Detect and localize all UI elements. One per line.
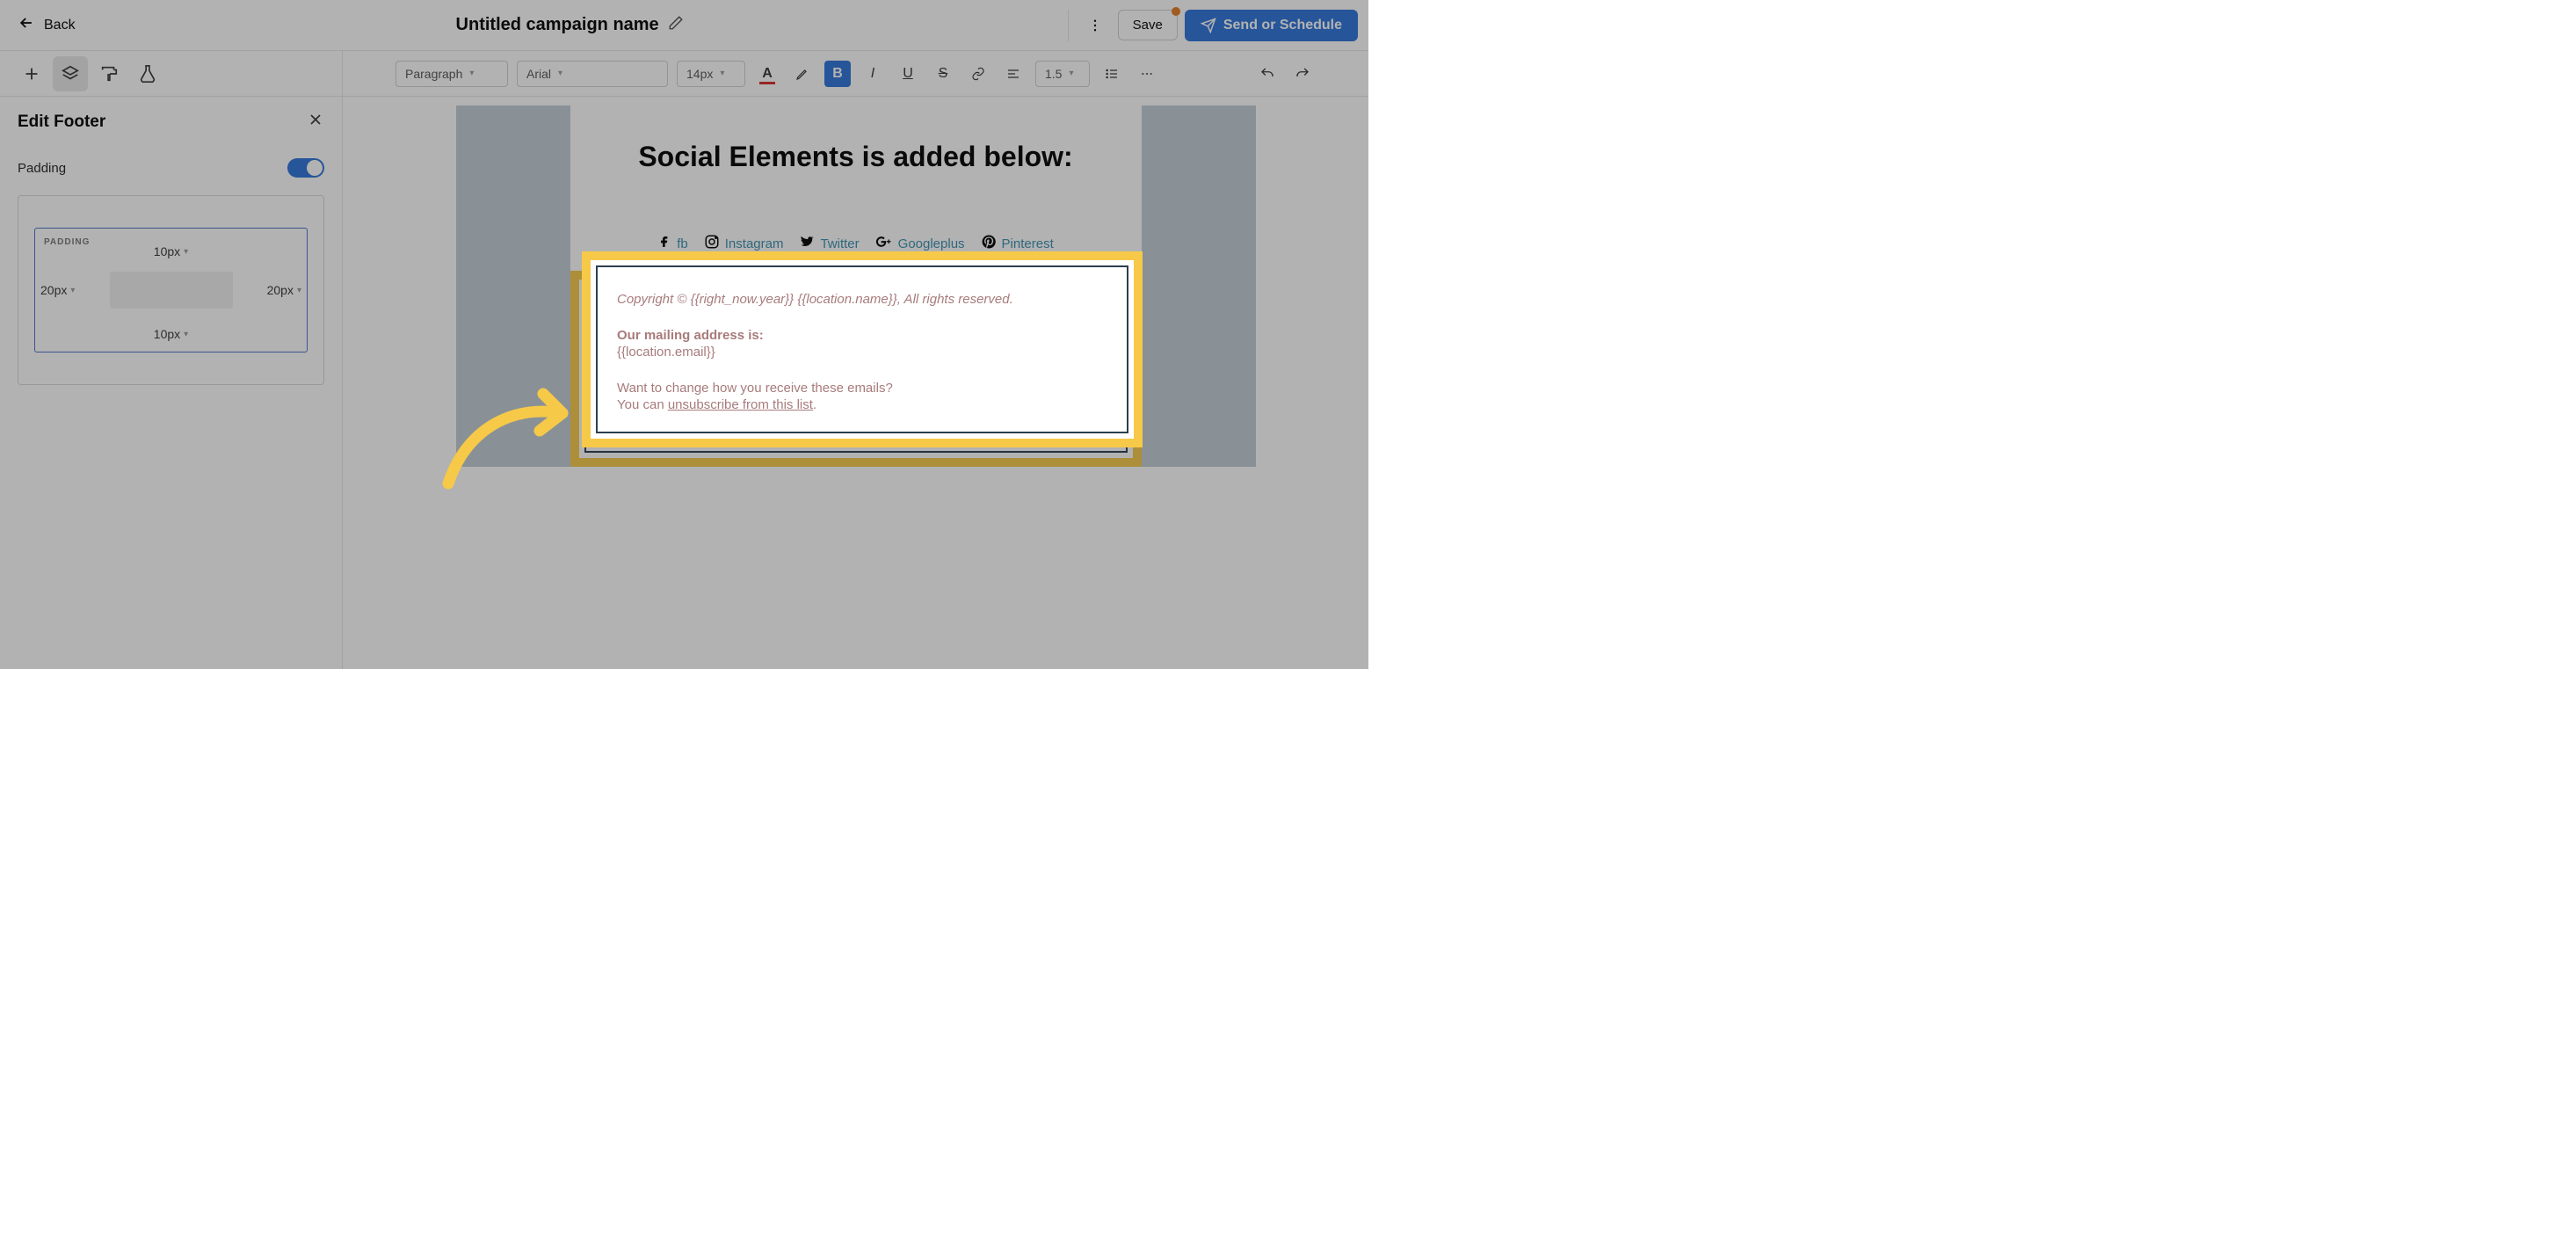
redo-button[interactable] [1289,61,1316,87]
line-height-select[interactable]: 1.5▾ [1035,61,1090,87]
send-label: Send or Schedule [1223,18,1342,33]
back-label: Back [44,18,76,33]
list-button[interactable] [1099,61,1125,87]
strikethrough-button[interactable]: S [930,61,956,87]
unsubscribe-link[interactable]: unsubscribe from this list [656,417,801,432]
twitter-icon [799,234,815,254]
padding-content-area [110,272,233,309]
arrow-left-icon [18,14,35,37]
highlight-color-button[interactable] [789,61,816,87]
padding-box-control[interactable]: PADDING 10px▾ 20px▾ 20px▾ 10px▾ [34,228,308,352]
font-size-select[interactable]: 14px▾ [677,61,745,87]
googleplus-link[interactable]: Googleplus [898,236,965,251]
paragraph-select[interactable]: Paragraph▾ [395,61,508,87]
italic-button[interactable]: I [860,61,886,87]
footer-change-line: Want to change how you receive these ema… [606,400,1107,415]
paint-tab[interactable] [91,56,127,91]
font-select[interactable]: Arial▾ [517,61,668,87]
padding-left-select[interactable]: 20px▾ [40,283,75,297]
email-heading[interactable]: Social Elements is added below: [570,141,1142,178]
campaign-title: Untitled campaign name [456,15,659,35]
add-tab[interactable] [14,56,49,91]
pinterest-icon [981,234,997,254]
footer-unsub-line: You can unsubscribe from this list. [606,417,1107,432]
instagram-link[interactable]: Instagram [725,236,784,251]
fb-link[interactable]: fb [677,236,688,251]
pinterest-link[interactable]: Pinterest [1002,236,1054,251]
twitter-link[interactable]: Twitter [820,236,859,251]
bold-button[interactable]: B [824,61,851,87]
more-menu-button[interactable] [1079,10,1111,41]
padding-bottom-select[interactable]: 10px▾ [154,327,188,341]
padding-toggle[interactable] [287,158,324,178]
more-format-button[interactable] [1134,61,1160,87]
footer-element[interactable]: Copyright © {{right_now.year}} {{locatio… [584,285,1128,453]
underline-button[interactable]: U [895,61,921,87]
test-tab[interactable] [130,56,165,91]
panel-title: Edit Footer [18,113,105,132]
close-panel-icon[interactable] [307,111,324,134]
undo-button[interactable] [1254,61,1281,87]
googleplus-icon [875,233,893,255]
email-outer-frame: Social Elements is added below: fb Insta… [456,105,1256,467]
padding-label: Padding [18,161,66,176]
padding-caption: PADDING [44,237,90,247]
save-label: Save [1133,18,1163,33]
send-icon [1201,18,1216,33]
facebook-icon [657,235,671,253]
padding-right-select[interactable]: 20px▾ [267,283,301,297]
footer-highlight: Copyright © {{right_now.year}} {{locatio… [570,271,1142,467]
text-color-button[interactable]: A [754,61,780,87]
footer-mailing-label: Our mailing address is: [606,347,1107,362]
save-button[interactable]: Save [1118,10,1178,40]
email-body[interactable]: Social Elements is added below: fb Insta… [570,105,1142,467]
layers-tab[interactable] [53,56,88,91]
send-schedule-button[interactable]: Send or Schedule [1185,10,1358,41]
align-button[interactable] [1000,61,1027,87]
link-button[interactable] [965,61,991,87]
footer-mailing-value: {{location.email}} [606,364,1107,379]
padding-top-select[interactable]: 10px▾ [154,244,188,258]
back-button[interactable]: Back [11,9,83,42]
footer-copyright: Copyright © {{right_now.year}} {{locatio… [606,311,1107,326]
instagram-icon [704,234,720,254]
unsaved-badge [1172,7,1180,16]
social-row[interactable]: fb Instagram Twitter Googleplus Pinteres… [570,178,1142,271]
edit-title-icon[interactable] [668,15,684,35]
